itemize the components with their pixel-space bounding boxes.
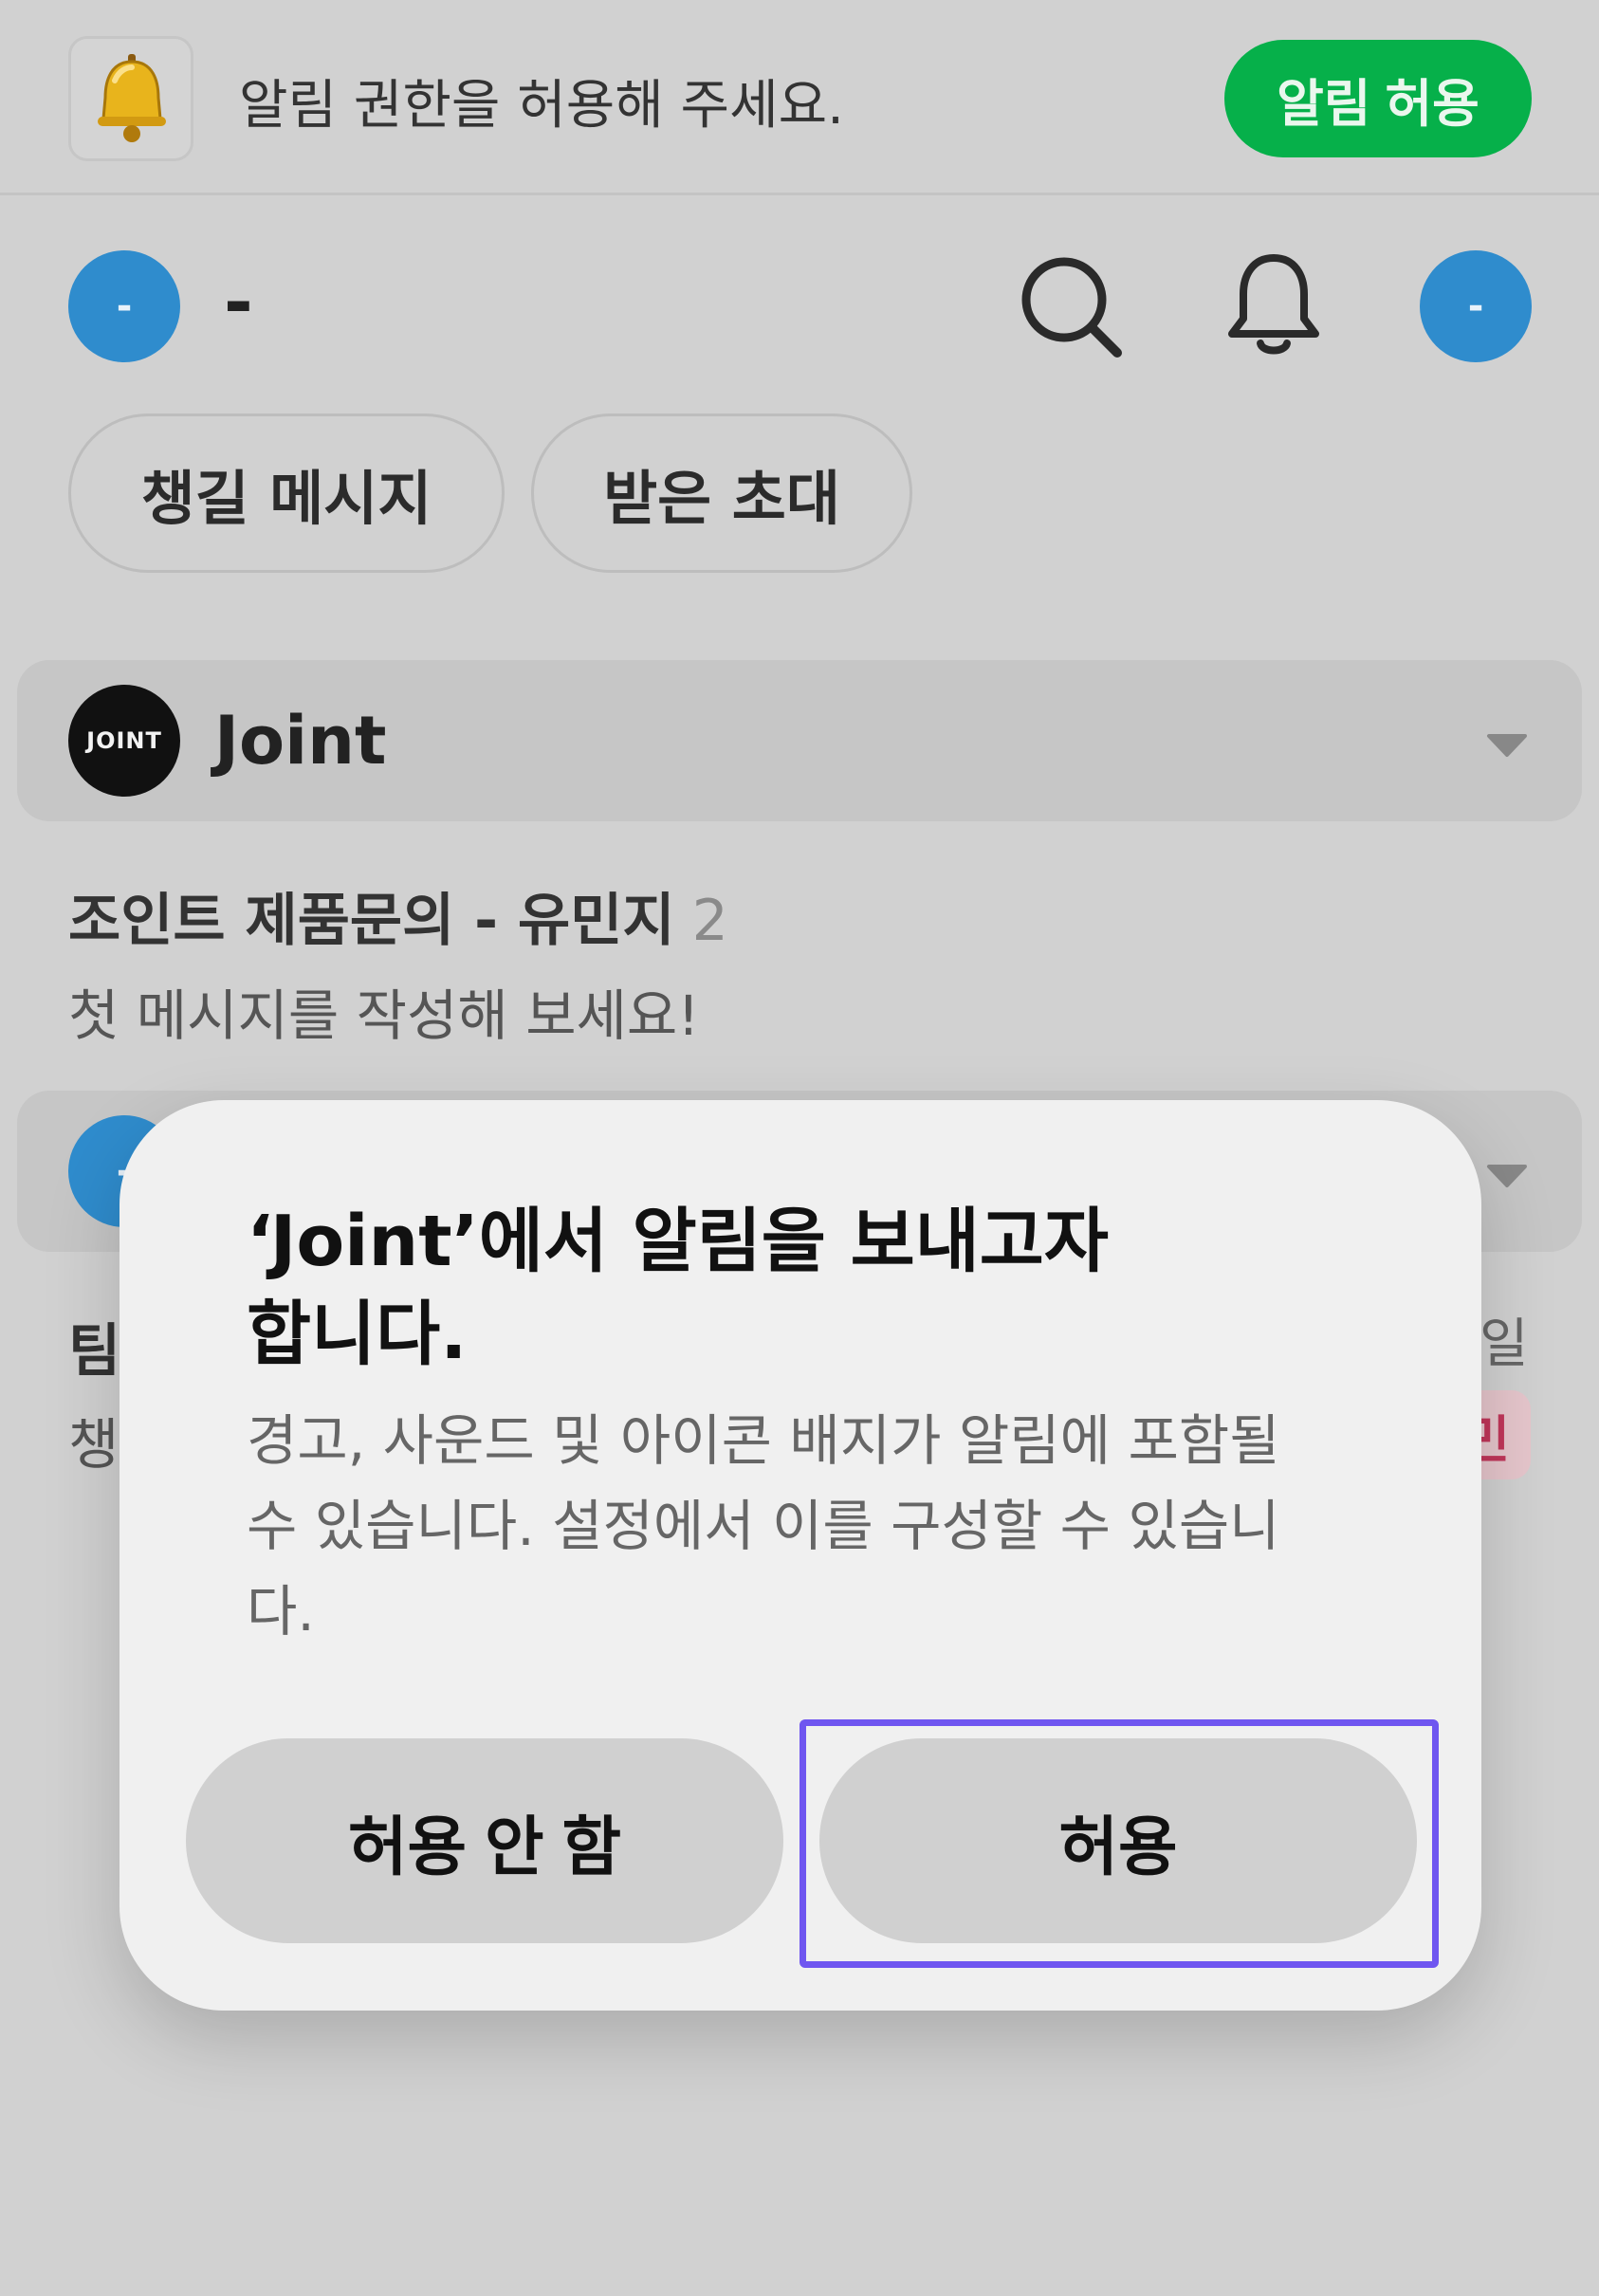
permission-banner: 알림 권한을 허용해 주세요. 알림 허용 xyxy=(0,0,1599,195)
profile-avatar[interactable]: - xyxy=(1420,250,1532,362)
chat-room-title[interactable]: 팀 xyxy=(68,1305,120,1387)
member-count: 2 xyxy=(691,888,728,954)
search-icon[interactable] xyxy=(1013,248,1127,362)
dont-allow-button[interactable]: 허용 안 함 xyxy=(186,1738,783,1943)
chat-room-title[interactable]: 조인트 제품문의 - 유민지 2 xyxy=(68,874,728,957)
chat-room-preview: 챙 xyxy=(68,1412,119,1477)
workspace-avatar[interactable]: - xyxy=(68,250,180,362)
bell-icon xyxy=(68,36,193,161)
chat-room-preview: 첫 메시지를 작성해 보세요! xyxy=(68,983,700,1048)
chip-received-invites[interactable]: 받은 초대 xyxy=(531,413,912,573)
allow-button[interactable]: 허용 xyxy=(819,1738,1417,1943)
group-title: Joint xyxy=(214,702,387,780)
dialog-title: ‘Joint’에서 알림을 보내고자 합니다. xyxy=(247,1201,1109,1375)
chat-room-date: 일 xyxy=(1480,1313,1529,1375)
workspace-name: - xyxy=(224,262,253,343)
group-header-joint[interactable]: JOINT Joint xyxy=(17,660,1582,821)
chevron-down-icon[interactable] xyxy=(1485,1161,1529,1189)
chip-saved-messages[interactable]: 챙길 메시지 xyxy=(68,413,505,573)
chat-room-name: 조인트 제품문의 - 유민지 xyxy=(68,888,675,954)
chevron-down-icon[interactable] xyxy=(1485,730,1529,759)
bell-outline-icon[interactable] xyxy=(1217,248,1331,362)
notification-permission-dialog: ‘Joint’에서 알림을 보내고자 합니다. 경고, 사운드 및 아이콘 배지… xyxy=(119,1100,1481,2011)
joint-logo: JOINT xyxy=(68,685,180,797)
dialog-message: 경고, 사운드 및 아이콘 배지가 알림에 포함될 수 있습니다. 설정에서 이… xyxy=(247,1408,1280,1644)
banner-message: 알림 권한을 허용해 주세요. xyxy=(239,75,844,137)
allow-notifications-button[interactable]: 알림 허용 xyxy=(1224,40,1532,157)
